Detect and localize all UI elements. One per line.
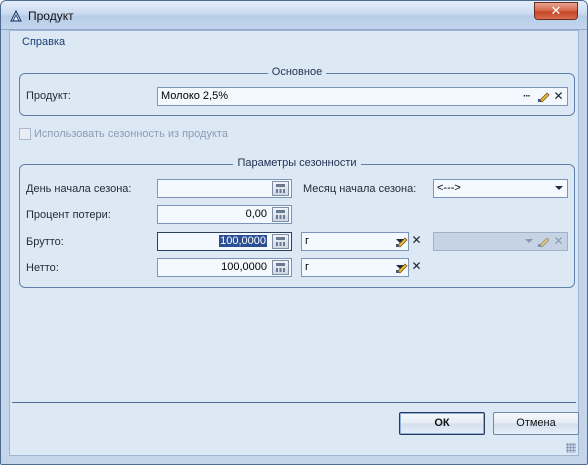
gross-field[interactable]: 100,0000 bbox=[157, 232, 292, 251]
loss-label: Процент потери: bbox=[26, 209, 111, 221]
gross-label: Брутто: bbox=[26, 236, 64, 248]
product-dialog: Продукт ✕ Справка Основное Продукт: Моло… bbox=[0, 0, 588, 465]
chevron-down-icon bbox=[525, 239, 533, 243]
title-bar[interactable]: Продукт ✕ bbox=[1, 1, 587, 30]
net-field[interactable]: 100,0000 bbox=[157, 258, 292, 277]
season-group-legend: Параметры сезонности bbox=[233, 157, 361, 169]
product-app-icon bbox=[10, 9, 22, 22]
calculator-icon[interactable] bbox=[272, 207, 289, 222]
dialog-body: Справка Основное Продукт: Молоко 2,5% ··… bbox=[9, 30, 579, 456]
loss-value: 0,00 bbox=[245, 208, 267, 220]
use-season-checkbox[interactable] bbox=[19, 128, 31, 140]
clear-icon[interactable]: ✕ bbox=[410, 233, 423, 248]
month-start-select[interactable]: <---> bbox=[433, 179, 568, 198]
cancel-button[interactable]: Отмена bbox=[493, 412, 579, 435]
edit-icon bbox=[538, 237, 550, 248]
product-label: Продукт: bbox=[26, 90, 71, 102]
product-field[interactable]: Молоко 2,5% ··· ✕ bbox=[157, 87, 568, 106]
menu-help[interactable]: Справка bbox=[22, 36, 65, 48]
product-value: Молоко 2,5% bbox=[161, 90, 229, 102]
resize-grip-icon[interactable] bbox=[566, 443, 576, 453]
calculator-icon[interactable] bbox=[272, 181, 289, 196]
gross-unit-select[interactable]: г bbox=[301, 232, 409, 251]
edit-icon[interactable] bbox=[537, 90, 550, 103]
net-label: Нетто: bbox=[26, 262, 59, 274]
loss-field[interactable]: 0,00 bbox=[157, 205, 292, 224]
clear-icon[interactable]: ✕ bbox=[552, 89, 565, 104]
net-unit-select[interactable]: г bbox=[301, 258, 409, 277]
clear-icon: ✕ bbox=[553, 234, 564, 248]
day-start-field[interactable] bbox=[157, 179, 292, 198]
gross-unit-value: г bbox=[305, 235, 310, 247]
edit-icon[interactable] bbox=[395, 235, 408, 248]
clear-icon[interactable]: ✕ bbox=[410, 259, 423, 274]
window-title: Продукт bbox=[28, 9, 74, 23]
footer-divider bbox=[12, 402, 576, 403]
chevron-down-icon[interactable] bbox=[555, 186, 563, 190]
gross-value: 100,0000 bbox=[219, 235, 267, 247]
use-season-label: Использовать сезонность из продукта bbox=[34, 128, 228, 140]
calculator-icon[interactable] bbox=[272, 260, 289, 275]
edit-icon[interactable] bbox=[395, 261, 408, 274]
season-group: Параметры сезонности День начала сезона:… bbox=[19, 157, 575, 288]
net-unit-value: г bbox=[305, 261, 310, 273]
month-start-value: <---> bbox=[437, 182, 461, 194]
use-season-row: Использовать сезонность из продукта bbox=[19, 128, 228, 140]
main-group: Основное Продукт: Молоко 2,5% ··· ✕ bbox=[19, 66, 575, 116]
net-value: 100,0000 bbox=[221, 261, 267, 273]
gross-extra-select: ✕ bbox=[433, 232, 568, 251]
calculator-icon[interactable] bbox=[272, 234, 289, 249]
main-group-legend: Основное bbox=[267, 66, 327, 78]
day-start-label: День начала сезона: bbox=[26, 183, 132, 195]
month-start-label: Месяц начала сезона: bbox=[303, 183, 417, 195]
ok-button[interactable]: ОК bbox=[399, 412, 485, 435]
more-icon[interactable]: ··· bbox=[519, 89, 534, 104]
close-button[interactable]: ✕ bbox=[534, 2, 578, 20]
